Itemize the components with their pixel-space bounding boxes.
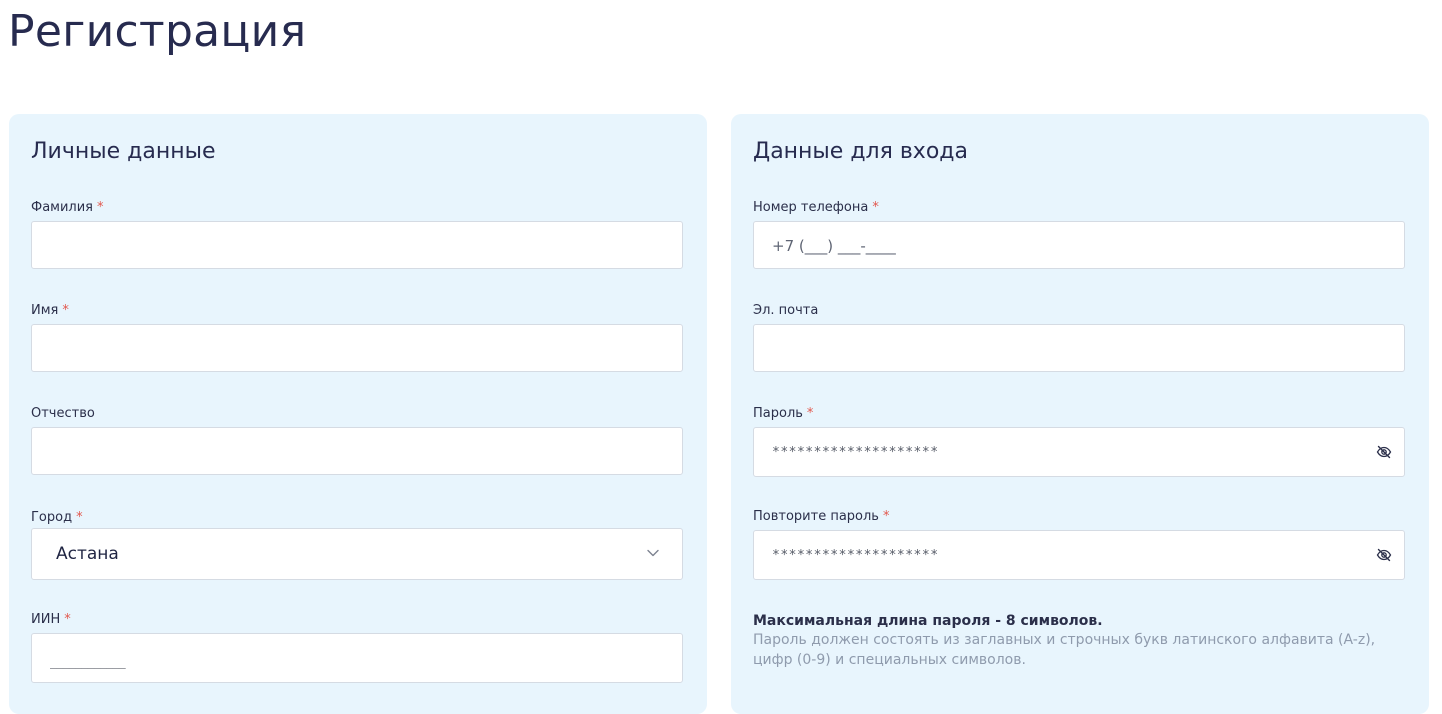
last-name-input[interactable] [31, 221, 683, 269]
email-label: Эл. почта [753, 303, 818, 319]
required-asterisk: * [64, 612, 71, 627]
middle-name-label-text: Отчество [31, 406, 95, 421]
password-repeat-value: ******************** [772, 548, 939, 563]
password-label: Пароль * [753, 406, 813, 422]
phone-input[interactable]: +7 (___) ___-____ [753, 221, 1405, 269]
password-input[interactable]: ******************** [753, 427, 1405, 477]
eye-off-icon[interactable] [1376, 444, 1392, 460]
last-name-label-text: Фамилия [31, 200, 93, 215]
password-hint-title: Максимальная длина пароля - 8 символов. [753, 613, 1103, 629]
phone-label-text: Номер телефона [753, 200, 869, 215]
chevron-down-icon [647, 549, 659, 557]
middle-name-label: Отчество [31, 406, 95, 422]
email-label-text: Эл. почта [753, 303, 819, 318]
eye-off-icon[interactable] [1376, 547, 1392, 563]
iin-mask: ____________ [50, 655, 126, 669]
password-value: ******************** [772, 445, 939, 460]
phone-label: Номер телефона * [753, 200, 879, 216]
password-label-text: Пароль [753, 406, 803, 421]
required-asterisk: * [62, 303, 69, 318]
required-asterisk: * [806, 406, 814, 421]
password-repeat-label-text: Повторите пароль [753, 509, 879, 524]
first-name-label-text: Имя [31, 303, 59, 318]
login-data-panel: Данные для входа Номер телефона * +7 (___… [731, 114, 1429, 714]
required-asterisk: * [882, 509, 890, 524]
iin-label-text: ИИН [31, 612, 61, 627]
personal-data-panel: Личные данные Фамилия * Имя * Отчество Гор… [9, 114, 707, 714]
middle-name-input[interactable] [31, 427, 683, 475]
required-asterisk: * [872, 200, 879, 215]
city-label: Город * [31, 510, 83, 526]
last-name-label: Фамилия * [31, 200, 104, 216]
required-asterisk: * [97, 200, 104, 215]
city-label-text: Город [31, 510, 73, 525]
iin-input[interactable]: ____________ [31, 633, 683, 683]
login-data-title: Данные для входа [753, 139, 968, 164]
iin-label: ИИН * [31, 612, 71, 628]
first-name-input[interactable] [31, 324, 683, 372]
password-hint-text: Пароль должен состоять из заглавных и ст… [753, 632, 1376, 668]
phone-placeholder: +7 (___) ___-____ [772, 237, 896, 255]
required-asterisk: * [76, 510, 83, 525]
page-title: Регистрация [8, 6, 307, 57]
first-name-label: Имя * [31, 303, 69, 319]
personal-data-title: Личные данные [31, 139, 216, 164]
city-select[interactable]: Астана [31, 528, 683, 580]
password-repeat-input[interactable]: ******************** [753, 530, 1405, 580]
city-selected-value: Астана [56, 544, 119, 564]
email-input[interactable] [753, 324, 1405, 372]
password-repeat-label: Повторите пароль * [753, 509, 889, 525]
